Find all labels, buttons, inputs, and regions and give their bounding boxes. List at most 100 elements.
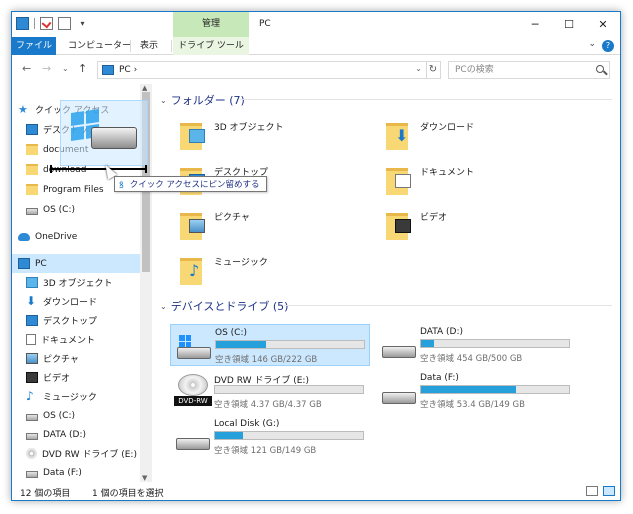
drive-free-space: 空き領域 454 GB/500 GB <box>420 354 523 364</box>
drive-usage-bar <box>420 385 570 394</box>
refresh-button[interactable]: ↻ <box>426 61 441 79</box>
search-icon[interactable] <box>596 65 604 73</box>
drive-name: DATA (D:) <box>420 327 464 337</box>
sidebar-item-data-d[interactable]: DATA (D:) <box>26 425 152 444</box>
drive-tile-dvd-e[interactable]: DVD-RW DVD RW ドライブ (E:) 空き領域 4.37 GB/4.3… <box>170 370 370 412</box>
drive-free-space: 空き領域 121 GB/149 GB <box>214 446 317 456</box>
drives-group-header[interactable]: ⌄ デバイスとドライブ (5) <box>160 298 288 314</box>
folder-tile-music[interactable]: ♪ ミュージック <box>170 249 370 289</box>
collapse-icon[interactable]: ⌄ <box>160 96 167 105</box>
folders-group-header[interactable]: ⌄ フォルダー (7) <box>160 92 245 108</box>
collapse-icon[interactable]: ⌄ <box>160 302 167 311</box>
drive-icon <box>26 207 38 215</box>
drive-usage-fill <box>421 340 435 347</box>
drive-icon <box>382 380 416 406</box>
address-bar[interactable]: PC › ⌄ <box>97 61 427 79</box>
folder-tile-3d-objects[interactable]: 3D オブジェクト <box>170 114 370 154</box>
folder-tile-downloads[interactable]: ⬇ ダウンロード <box>376 114 576 154</box>
tab-manage[interactable]: 管理 <box>173 12 249 37</box>
folders-group-title: フォルダー (7) <box>170 94 245 107</box>
folder-tile-videos[interactable]: ビデオ <box>376 204 576 244</box>
drive-tile-data-f[interactable]: Data (F:) 空き領域 53.4 GB/149 GB <box>376 370 576 412</box>
new-folder-icon[interactable] <box>58 17 71 30</box>
navigation-bar: ← → ⌄ ↑ PC › ⌄ ↻ PCの検索 <box>12 56 620 84</box>
sidebar-item-os-c-pinned[interactable]: OS (C:) 📌 <box>26 200 152 219</box>
sidebar-item-dvd-e[interactable]: DVD RW ドライブ (E:) <box>26 444 152 463</box>
toolbar-divider <box>34 18 35 29</box>
music-icon: ♪ <box>26 389 34 403</box>
sidebar-item-os-c[interactable]: OS (C:) <box>26 406 152 425</box>
drive-free-space: 空き領域 53.4 GB/149 GB <box>420 400 525 410</box>
cloud-icon <box>18 232 30 241</box>
sidebar-item-3d-objects[interactable]: 3D オブジェクト <box>26 273 152 292</box>
desktop-icon <box>26 315 38 326</box>
help-icon[interactable]: ? <box>602 40 614 52</box>
tab-computer[interactable]: コンピューター <box>60 37 139 55</box>
drive-icon <box>26 470 38 478</box>
drive-icon <box>382 334 416 360</box>
folder-label: ドキュメント <box>420 168 475 178</box>
sidebar-item-desktop[interactable]: デスクトップ <box>26 311 152 330</box>
drive-tile-local-g[interactable]: Local Disk (G:) 空き領域 121 GB/149 GB <box>170 416 370 458</box>
up-button[interactable]: ↑ <box>78 62 87 75</box>
drive-icon <box>26 432 38 440</box>
sidebar-item-label: DVD RW ドライブ (E:) <box>42 450 137 460</box>
quick-access-toolbar: ▾ <box>16 17 89 30</box>
hard-drive-icon <box>91 127 137 149</box>
selection-count: 1 個の項目を選択 <box>92 489 164 499</box>
forward-button[interactable]: → <box>42 62 51 75</box>
folder-music-icon: ♪ <box>180 255 208 285</box>
drive-free-space: 空き領域 146 GB/222 GB <box>215 355 318 365</box>
sidebar-item-videos[interactable]: ビデオ <box>26 368 152 387</box>
sidebar-item-label: 3D オブジェクト <box>43 279 113 289</box>
sidebar-item-data-f[interactable]: Data (F:) <box>26 463 152 482</box>
back-button[interactable]: ← <box>22 62 31 75</box>
sidebar-item-label: PC <box>35 258 47 269</box>
search-placeholder: PCの検索 <box>455 65 494 75</box>
sidebar-item-label: ビデオ <box>43 374 71 384</box>
drive-usage-bar <box>214 431 364 440</box>
scroll-down-icon[interactable]: ▼ <box>142 474 147 482</box>
sidebar-item-downloads[interactable]: ⬇ ダウンロード <box>26 292 152 311</box>
picture-icon <box>26 353 38 364</box>
address-dropdown-icon[interactable]: ⌄ <box>415 64 422 73</box>
window-title: PC <box>259 19 271 29</box>
properties-icon[interactable] <box>40 17 53 30</box>
sidebar-item-pc[interactable]: PC <box>12 254 140 273</box>
expand-ribbon-icon[interactable]: ⌄ <box>588 39 596 49</box>
sidebar-item-label: OS (C:) <box>43 204 75 215</box>
search-input[interactable]: PCの検索 <box>448 61 610 79</box>
drive-usage-fill <box>215 432 244 439</box>
sidebar-item-label: OneDrive <box>35 231 78 242</box>
large-icons-view-icon[interactable] <box>603 486 615 496</box>
drive-name: Local Disk (G:) <box>214 419 280 429</box>
drive-name: Data (F:) <box>420 373 459 383</box>
tab-file[interactable]: ファイル <box>12 37 56 55</box>
folder-picture-icon <box>180 210 208 240</box>
explorer-icon <box>16 17 29 30</box>
scroll-up-icon[interactable]: ▲ <box>142 84 147 92</box>
folder-tile-documents[interactable]: ドキュメント <box>376 159 576 199</box>
tab-view[interactable]: 表示 <box>132 37 166 55</box>
sidebar-item-onedrive[interactable]: OneDrive <box>18 227 146 246</box>
sidebar-item-documents[interactable]: ドキュメント <box>26 330 152 349</box>
sidebar-item-pictures[interactable]: ピクチャ <box>26 349 152 368</box>
sidebar-item-music[interactable]: ♪ ミュージック <box>26 387 152 406</box>
folder-tile-pictures[interactable]: ピクチャ <box>170 204 370 244</box>
dvd-drive-icon: DVD-RW <box>174 374 212 406</box>
minimize-button[interactable]: ─ <box>518 12 552 37</box>
drive-usage-bar <box>420 339 570 348</box>
drop-insertion-marker <box>50 165 147 173</box>
star-icon: ★ <box>18 103 28 116</box>
item-count: 12 個の項目 <box>20 489 71 499</box>
drive-tile-data-d[interactable]: DATA (D:) 空き領域 454 GB/500 GB <box>376 324 576 366</box>
details-view-icon[interactable] <box>586 486 598 496</box>
recent-locations-button[interactable]: ⌄ <box>62 64 69 73</box>
customize-qat-icon[interactable]: ▾ <box>76 17 89 30</box>
close-button[interactable]: ✕ <box>586 12 620 37</box>
breadcrumb[interactable]: PC › <box>119 62 137 78</box>
ribbon-tabs: ファイル コンピューター 表示 ドライブ ツール ⌄ ? <box>12 37 620 55</box>
maximize-button[interactable]: ☐ <box>552 12 586 37</box>
tab-drive-tools[interactable]: ドライブ ツール <box>173 37 249 55</box>
drive-tile-os-c[interactable]: OS (C:) 空き領域 146 GB/222 GB <box>170 324 370 366</box>
